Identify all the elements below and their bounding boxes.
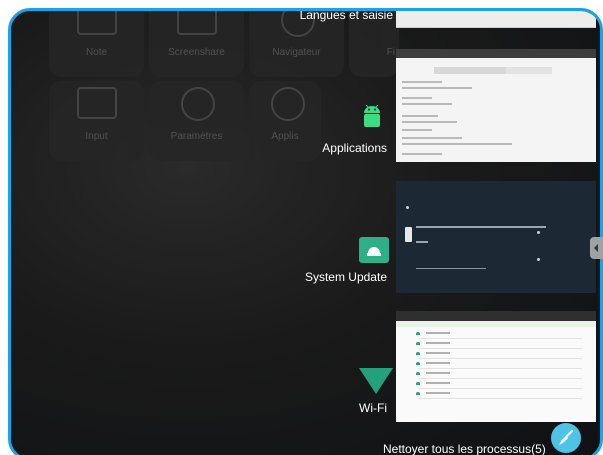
recent-thumbnail-system-update[interactable] [396,181,596,293]
launcher-tile-settings: Paramètres [149,81,244,161]
wifi-icon [359,368,393,394]
broom-icon [559,429,574,445]
tile-label: Screenshare [168,47,225,58]
recent-app-label-applications[interactable]: Applications [273,141,387,155]
settings-icon [181,87,215,121]
recent-app-label-system-update[interactable]: System Update [273,270,387,284]
recent-thumbnail-applications[interactable] [396,49,596,162]
recent-app-label-wifi[interactable]: Wi-Fi [273,401,387,415]
apps-icon [271,87,305,121]
note-icon [77,11,117,35]
recent-thumbnail-langues[interactable] [396,11,596,28]
tile-label: Fi [386,47,395,58]
screenshare-icon [177,11,217,35]
launcher-tile-screenshare: Screenshare [149,11,244,77]
side-drawer-handle[interactable] [590,237,603,259]
recent-thumbnail-wifi[interactable] [396,311,596,422]
system-update-icon [359,237,389,263]
recent-app-label-langues[interactable]: Langues et saisie [273,11,393,22]
launcher-tile-input: Input [49,81,144,161]
clear-all-button[interactable] [551,423,581,453]
device-frame: Note Screenshare Navigateur Fi Input Par… [0,0,603,455]
tile-label: Paramètres [170,131,223,142]
tile-label: Navigateur [272,47,321,58]
input-icon [77,87,117,119]
tile-label: Input [85,131,108,142]
launcher-tile-note: Note [49,11,144,77]
android-icon [364,104,380,127]
clear-all-label: Nettoyer tous les processus(5) [383,442,546,455]
tile-label: Note [85,47,108,58]
recents-screen: Note Screenshare Navigateur Fi Input Par… [8,8,603,455]
